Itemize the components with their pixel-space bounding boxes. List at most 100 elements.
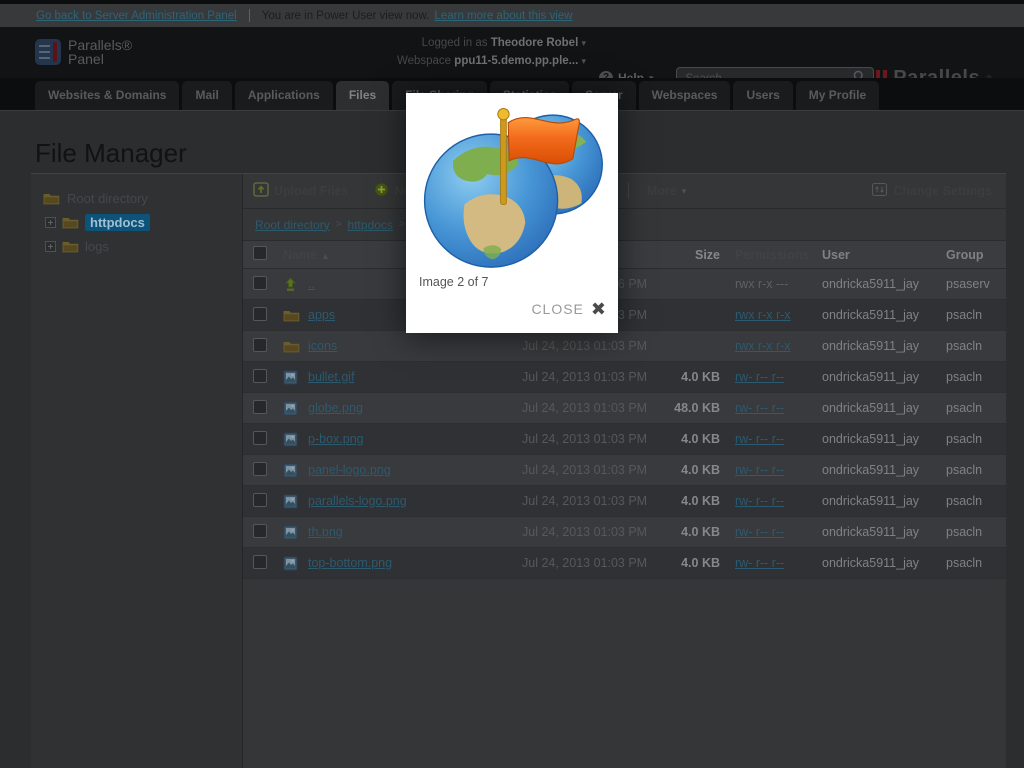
tab-mail[interactable]: Mail [182,81,231,110]
permissions-link[interactable]: rw- r-- r-- [735,463,784,477]
page-title: File Manager [35,138,187,169]
file-size: 4.0 KB [672,556,726,570]
more-button[interactable]: More▾ [647,184,686,198]
upload-icon [253,182,269,200]
table-row: p-box.pngJul 24, 2013 01:03 PM4.0 KBrw- … [243,424,1006,455]
row-checkbox[interactable] [253,431,267,445]
column-header-user[interactable]: User [818,248,930,262]
chevron-down-icon[interactable]: ▾ [581,38,586,48]
file-user: ondricka5911_jay [818,277,930,291]
tab-files[interactable]: Files [336,81,389,110]
brand-sub: Panel [68,52,132,66]
webspace-label: Webspace [397,55,451,67]
change-settings-button[interactable]: Change Settings [872,183,992,199]
file-size: 4.0 KB [672,370,726,384]
row-checkbox[interactable] [253,307,267,321]
row-checkbox[interactable] [253,524,267,538]
tree-item-label: httpdocs [85,214,150,231]
column-header-size[interactable]: Size [672,248,726,262]
select-all-checkbox[interactable] [253,246,267,260]
row-checkbox[interactable] [253,400,267,414]
row-checkbox[interactable] [253,276,267,290]
close-label: CLOSE [531,301,583,317]
tab-users[interactable]: Users [733,81,792,110]
file-size: 48.0 KB [672,401,726,415]
file-modified: Jul 24, 2013 01:03 PM [522,339,672,353]
file-size: 4.0 KB [672,463,726,477]
file-link[interactable]: .. [308,277,315,291]
breadcrumb-httpdocs[interactable]: httpdocs [348,218,393,232]
breadcrumb: Root directory>httpdocs>img [243,209,1006,241]
permissions-link[interactable]: rw- r-- r-- [735,432,784,446]
file-link[interactable]: bullet.gif [308,370,355,384]
parallels-panel-logo: Parallels® Panel [35,38,132,66]
tab-my-profile[interactable]: My Profile [796,81,879,110]
file-group: psacln [930,401,996,415]
file-link[interactable]: th.png [308,525,343,539]
tree-item-logs[interactable]: logs [31,235,242,257]
row-checkbox[interactable] [253,338,267,352]
column-header-permissions[interactable]: Permissions [726,248,818,262]
screen: Go back to Server Administration Panel Y… [0,0,1024,768]
chevron-down-icon[interactable]: ▾ [581,56,586,66]
file-link[interactable]: apps [308,308,335,322]
tree-item-httpdocs[interactable]: httpdocs [31,211,242,233]
permissions-link[interactable]: rwx r-x r-x [735,308,791,322]
directory-tree-panel: Root directory httpdocs logs [31,174,243,768]
permissions-link[interactable]: rwx r-x r-x [735,339,791,353]
tree-item-label: Root directory [67,191,148,206]
file-group: psacln [930,525,996,539]
upload-files-button[interactable]: Upload Files [253,182,348,200]
expand-icon[interactable] [45,217,56,228]
permissions-link[interactable]: rw- r-- r-- [735,401,784,415]
learn-more-link[interactable]: Learn more about this view [434,10,572,22]
file-size: 4.0 KB [672,494,726,508]
permissions-link[interactable]: rw- r-- r-- [735,370,784,384]
tab-applications[interactable]: Applications [235,81,333,110]
permissions-link[interactable]: rw- r-- r-- [735,494,784,508]
tab-webspaces[interactable]: Webspaces [639,81,731,110]
tab-websites-domains[interactable]: Websites & Domains [35,81,179,110]
file-link[interactable]: panel-logo.png [308,463,391,477]
back-to-admin-link[interactable]: Go back to Server Administration Panel [36,10,237,22]
file-user: ondricka5911_jay [818,463,930,477]
file-link[interactable]: icons [308,339,337,353]
file-user: ondricka5911_jay [818,308,930,322]
breadcrumb-separator: > [336,219,342,230]
image-icon [283,370,300,385]
tree-item-root[interactable]: Root directory [31,187,242,209]
row-checkbox[interactable] [253,369,267,383]
file-link[interactable]: top-bottom.png [308,556,392,570]
file-user: ondricka5911_jay [818,401,930,415]
permissions-link[interactable]: rw- r-- r-- [735,525,784,539]
file-link[interactable]: parallels-logo.png [308,494,407,508]
file-group: psacln [930,432,996,446]
permissions-link[interactable]: rw- r-- r-- [735,556,784,570]
logged-in-user[interactable]: Theodore Robel [491,37,579,49]
file-user: ondricka5911_jay [818,525,930,539]
row-checkbox[interactable] [253,462,267,476]
table-row: appsJul 24, 2013 01:03 PMrwx r-x r-xondr… [243,300,1006,331]
folder-icon [283,339,300,354]
webspace-value[interactable]: ppu11-5.demo.pp.ple... [454,55,578,67]
table-row: bullet.gifJul 24, 2013 01:03 PM4.0 KBrw-… [243,362,1006,393]
expand-icon[interactable] [45,241,56,252]
close-icon[interactable]: ✖ [591,300,606,318]
breadcrumb-root-directory[interactable]: Root directory [255,218,330,232]
table-body: ..Jul 24, 2013 03:06 PMrwx r-x ---ondric… [243,269,1006,579]
close-button[interactable]: CLOSE ✖ [531,300,606,318]
image-icon [283,432,300,447]
file-group: psacln [930,494,996,508]
image-icon [283,494,300,509]
image-counter: Image 2 of 7 [419,275,489,289]
file-link[interactable]: globe.png [308,401,363,415]
row-checkbox[interactable] [253,555,267,569]
file-link[interactable]: p-box.png [308,432,364,446]
row-checkbox[interactable] [253,493,267,507]
image-icon [283,401,300,416]
globe-flag-image [417,98,607,275]
folder-icon [283,308,300,323]
directory-tree-children: httpdocs logs [31,211,242,257]
column-header-group[interactable]: Group [930,248,996,262]
file-group: psacln [930,339,996,353]
